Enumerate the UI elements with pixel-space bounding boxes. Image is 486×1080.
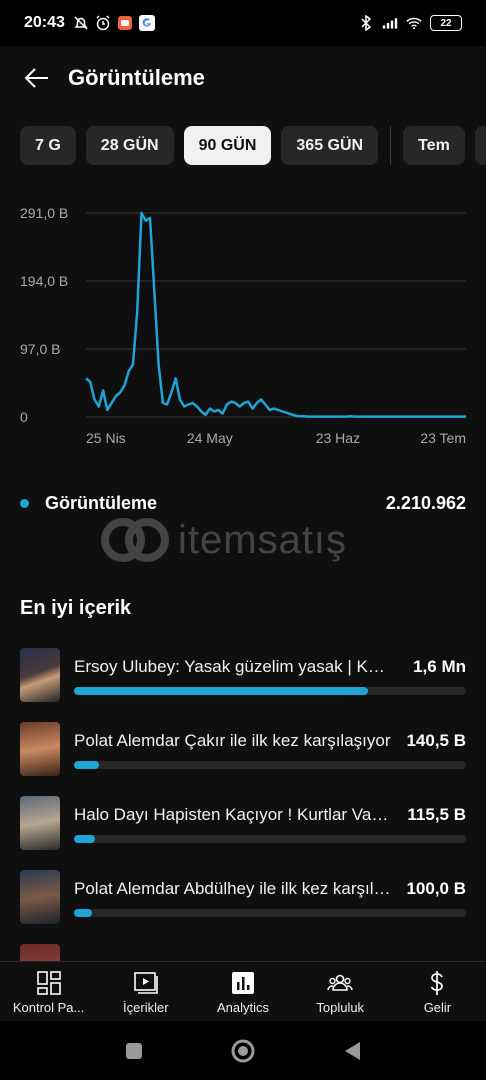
nav-label: Kontrol Pa... xyxy=(12,1000,85,1015)
app-notification-icon xyxy=(117,16,132,30)
period-tabs: 7 G 28 GÜN 90 GÜN 365 GÜN Tem xyxy=(20,126,486,165)
video-views: 140,5 B xyxy=(406,731,466,750)
nav-community[interactable]: Topluluk xyxy=(292,962,389,1021)
watermark: itemsatış xyxy=(100,515,390,565)
video-thumbnail xyxy=(20,722,60,776)
back-button[interactable] xyxy=(20,62,52,94)
summary-label: Görüntüleme xyxy=(45,492,158,513)
nav-dashboard[interactable]: Kontrol Pa... xyxy=(0,962,97,1021)
nav-label: Analytics xyxy=(216,1000,270,1015)
video-thumbnail xyxy=(20,796,60,850)
views-share-bar xyxy=(74,687,466,695)
recent-apps-button[interactable] xyxy=(124,1041,144,1061)
watermark-text: itemsatış xyxy=(178,517,348,562)
video-views: 115,5 B xyxy=(407,805,466,824)
signal-icon xyxy=(382,18,398,29)
tab-divider xyxy=(390,126,392,165)
views-series-line xyxy=(85,211,466,418)
back-system-button[interactable] xyxy=(342,1040,362,1062)
system-status-icons: 22 xyxy=(358,15,462,31)
y-tick-label: 194,0 B xyxy=(20,273,68,289)
bluetooth-icon xyxy=(361,15,372,31)
tab-7-days[interactable]: 7 G xyxy=(20,126,76,165)
google-icon xyxy=(138,15,155,31)
video-views: 100,0 B xyxy=(406,879,466,898)
video-views: 1,6 Mn xyxy=(413,657,466,676)
tab-more[interactable] xyxy=(474,126,486,165)
video-title: Polat Alemdar Abdülhey ile ilk kez karşı… xyxy=(74,879,394,898)
tab-365-days[interactable]: 365 GÜN xyxy=(281,126,379,165)
views-share-fill xyxy=(74,909,93,917)
app-header: Görüntüleme xyxy=(0,46,486,110)
views-chart: 291,0 B 194,0 B 97,0 B 0 25 Nis 24 May 23 Haz 2… xyxy=(0,195,486,460)
status-bar: 20:43 22 xyxy=(0,0,486,46)
wifi-icon xyxy=(406,17,422,30)
list-item[interactable]: Polat Alemdar Abdülhey ile ilk kez karşı… xyxy=(20,870,466,944)
views-share-bar xyxy=(74,761,466,769)
video-thumbnail xyxy=(20,648,60,702)
views-share-fill xyxy=(74,761,100,769)
nav-label: Topluluk xyxy=(316,1000,365,1015)
top-content-title: En iyi içerik xyxy=(20,597,132,619)
nav-content[interactable]: İçerikler xyxy=(97,962,194,1021)
notification-icons xyxy=(73,15,155,31)
y-tick-label: 0 xyxy=(20,409,28,425)
analytics-icon xyxy=(232,972,254,994)
status-time: 20:43 xyxy=(24,14,65,31)
content-icon xyxy=(133,972,158,994)
x-tick-label: 25 Nis xyxy=(86,430,126,446)
tab-month[interactable]: Tem xyxy=(403,126,465,165)
alarm-icon xyxy=(96,15,110,31)
video-title: Halo Dayı Hapisten Kaçıyor ! Kurtlar Vad… xyxy=(74,805,394,824)
y-tick-label: 97,0 B xyxy=(20,341,60,357)
views-share-bar xyxy=(74,909,466,917)
views-summary: Görüntüleme 2.210.962 xyxy=(20,490,466,516)
nav-earn[interactable]: Gelir xyxy=(389,962,486,1021)
list-item[interactable]: Ersoy Ulubey: Yasak güzelim yasak | Kurt… xyxy=(20,648,466,722)
back-arrow-icon xyxy=(24,68,48,88)
home-button[interactable] xyxy=(230,1038,256,1064)
views-share-fill xyxy=(74,835,95,843)
nav-label: İçerikler xyxy=(123,1000,169,1015)
watermark-logo-icon xyxy=(101,518,169,562)
x-tick-label: 23 Tem xyxy=(420,430,466,446)
video-thumbnail xyxy=(20,870,60,924)
mute-notification-icon xyxy=(74,16,88,30)
bottom-navigation: Kontrol Pa... İçerikler Analytics Toplul… xyxy=(0,961,486,1021)
views-line-chart: 291,0 B 194,0 B 97,0 B 0 25 Nis 24 May 23 Haz 2… xyxy=(20,205,466,446)
views-share-bar xyxy=(74,835,466,843)
video-title: Polat Alemdar Çakır ile ilk kez karşılaş… xyxy=(74,731,391,750)
tab-28-days[interactable]: 28 GÜN xyxy=(85,126,174,165)
list-item[interactable]: Halo Dayı Hapisten Kaçıyor ! Kurtlar Vad… xyxy=(20,796,466,870)
series-legend-dot xyxy=(20,498,29,508)
earn-icon xyxy=(431,971,444,995)
battery-icon: 22 xyxy=(430,15,462,31)
x-tick-label: 24 May xyxy=(187,430,233,446)
nav-analytics[interactable]: Analytics xyxy=(194,962,291,1021)
community-icon xyxy=(327,974,353,991)
views-share-fill xyxy=(74,687,368,695)
video-title: Ersoy Ulubey: Yasak güzelim yasak | Kurt… xyxy=(74,657,394,676)
x-tick-label: 23 Haz xyxy=(316,430,360,446)
list-item[interactable]: Polat Alemdar Çakır ile ilk kez karşılaş… xyxy=(20,722,466,796)
summary-total-views: 2.210.962 xyxy=(385,492,466,513)
dashboard-icon xyxy=(36,971,61,995)
page-title: Görüntüleme xyxy=(68,65,205,90)
system-navigation-bar xyxy=(0,1021,486,1080)
tab-90-days[interactable]: 90 GÜN xyxy=(183,126,272,165)
y-tick-label: 291,0 B xyxy=(20,205,68,221)
nav-label: Gelir xyxy=(423,1000,452,1015)
